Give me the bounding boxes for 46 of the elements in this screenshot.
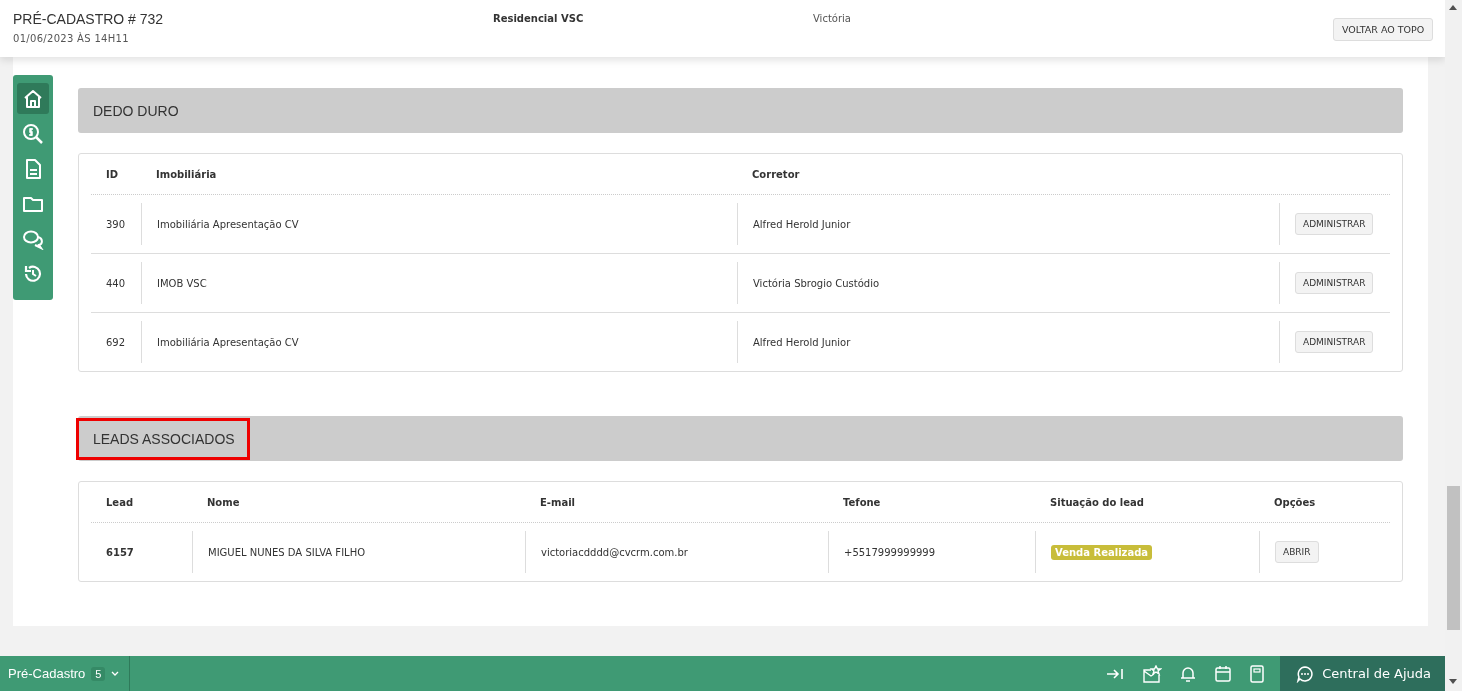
table-cell: 692	[106, 336, 126, 348]
back-to-top-button[interactable]: VOLTAR AO TOPO	[1333, 18, 1434, 41]
open-button[interactable]: ABRIR	[1275, 541, 1319, 563]
status-badge: Venda Realizada	[1051, 544, 1153, 560]
money-search-icon	[22, 122, 44, 145]
column-header: Lead	[106, 496, 134, 508]
page-title: PRÉ-CADASTRO # 732	[13, 11, 165, 27]
column-header: Nome	[207, 496, 240, 508]
date-text: 01/06/2023 ÀS 14H11	[13, 33, 130, 44]
project-name: Residencial VSC	[493, 13, 585, 24]
table-cell: victoriacdddd@cvcrm.com.br	[541, 546, 688, 558]
sidebar-item[interactable]	[17, 83, 49, 114]
column-header: E-mail	[540, 496, 575, 508]
bell-icon[interactable]	[1180, 664, 1197, 683]
administrar-button[interactable]: ADMINISTRAR	[1295, 272, 1374, 294]
table-cell: 390	[106, 218, 126, 230]
calculator-icon[interactable]	[1250, 664, 1265, 683]
section-title: LEADS ASSOCIADOS	[78, 419, 248, 458]
mail-icon[interactable]	[1142, 664, 1163, 683]
column-header: Opções	[1274, 496, 1316, 508]
help-button[interactable]: Central de Ajuda	[1280, 656, 1445, 691]
column-header: Tefone	[843, 496, 881, 508]
section-title: DEDO DURO	[92, 101, 180, 121]
calendar-icon[interactable]	[1214, 664, 1233, 683]
count-badge: 5	[91, 666, 106, 681]
column-header: Corretor	[752, 168, 800, 180]
table-cell: +5517999999999	[844, 546, 936, 558]
table-cell: Imobiliária Apresentação CV	[157, 218, 299, 230]
column-header: Situação do lead	[1050, 496, 1144, 508]
table-cell: Victória Sbrogio Custódio	[753, 277, 880, 289]
column-header: ID	[106, 168, 119, 180]
administrar-button[interactable]: ADMINISTRAR	[1295, 331, 1374, 353]
table-cell: MIGUEL NUNES DA SILVA FILHO	[208, 546, 366, 558]
administrar-button[interactable]: ADMINISTRAR	[1295, 213, 1374, 235]
table-cell: Imobiliária Apresentação CV	[157, 336, 299, 348]
module-label: Pré-Cadastro	[8, 666, 86, 681]
chat-icon	[1296, 664, 1315, 683]
table-cell: 6157	[106, 546, 134, 558]
user-name: Victória	[813, 13, 852, 24]
column-header: Imobiliária	[156, 168, 217, 180]
table-cell: Alfred Herold Junior	[753, 336, 851, 348]
table-cell: IMOB VSC	[157, 277, 207, 289]
table-cell: 440	[106, 277, 126, 289]
chevron-icon[interactable]	[111, 670, 120, 677]
table-cell: Alfred Herold Junior	[753, 218, 851, 230]
home-icon	[22, 87, 44, 110]
